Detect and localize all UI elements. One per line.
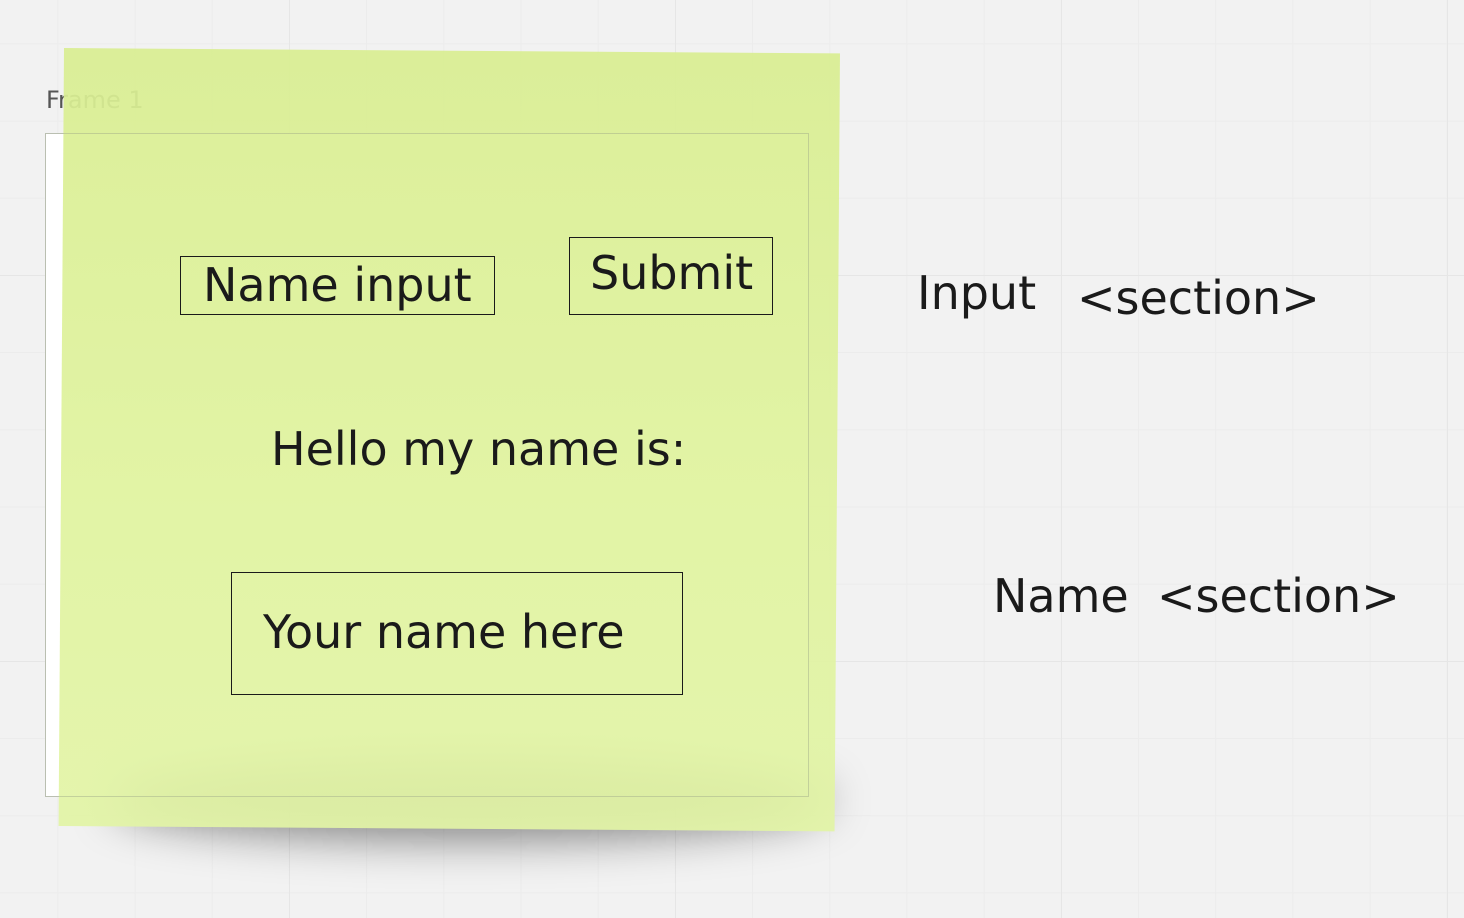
annotation-input-label[interactable]: Input	[917, 266, 1036, 320]
greeting-text: Hello my name is:	[271, 422, 687, 476]
annotation-input-tag[interactable]: <section>	[1077, 271, 1320, 325]
name-output-box[interactable]: Your name here	[231, 572, 683, 695]
annotation-name-label[interactable]: Name	[993, 569, 1129, 623]
name-input-box[interactable]: Name input	[180, 256, 495, 315]
submit-button[interactable]: Submit	[569, 237, 773, 315]
annotation-name-tag[interactable]: <section>	[1157, 569, 1400, 623]
